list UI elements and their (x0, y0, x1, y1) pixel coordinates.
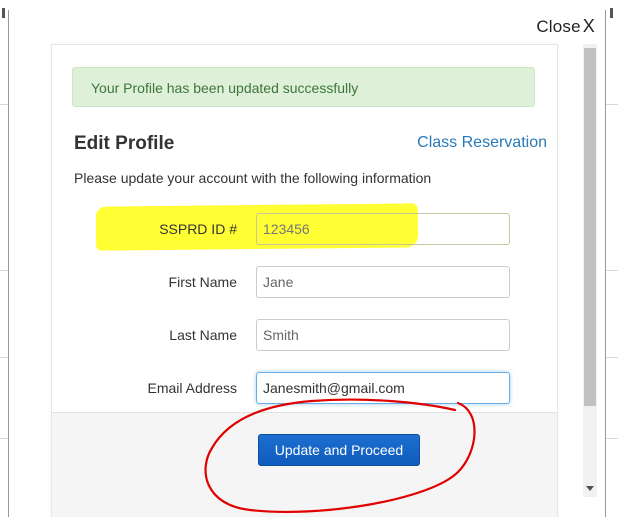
scroll-down-arrow-icon[interactable] (586, 486, 594, 491)
close-label: Close (536, 17, 581, 36)
first-name-input[interactable] (256, 266, 510, 298)
success-alert: Your Profile has been updated successful… (72, 67, 535, 107)
update-and-proceed-button[interactable]: Update and Proceed (258, 434, 420, 466)
ssprd-id-input[interactable] (256, 213, 510, 245)
form-instructions: Please update your account with the foll… (74, 170, 432, 186)
background-marker (610, 8, 613, 18)
page-title: Edit Profile (74, 133, 175, 154)
dialog-scrollbar[interactable] (583, 44, 597, 497)
edit-profile-dialog: Close X Your Profile has been updated suc… (8, 10, 606, 517)
first-name-row: First Name (52, 266, 557, 298)
email-row: Email Address (52, 372, 557, 404)
ssprd-id-row: SSPRD ID # (52, 213, 557, 245)
class-reservation-link[interactable]: Class Reservation (417, 134, 547, 152)
last-name-label: Last Name (169, 327, 237, 343)
first-name-label: First Name (168, 274, 237, 290)
profile-card: Your Profile has been updated successful… (51, 44, 558, 517)
close-icon: X (582, 16, 595, 36)
ssprd-id-label: SSPRD ID # (159, 221, 237, 237)
close-button[interactable]: Close X (536, 16, 595, 37)
scrollbar-thumb[interactable] (584, 48, 596, 406)
form-footer: Update and Proceed (52, 412, 557, 517)
background-marker (2, 8, 5, 18)
email-input[interactable] (256, 372, 510, 404)
last-name-input[interactable] (256, 319, 510, 351)
last-name-row: Last Name (52, 319, 557, 351)
email-label: Email Address (147, 380, 237, 396)
